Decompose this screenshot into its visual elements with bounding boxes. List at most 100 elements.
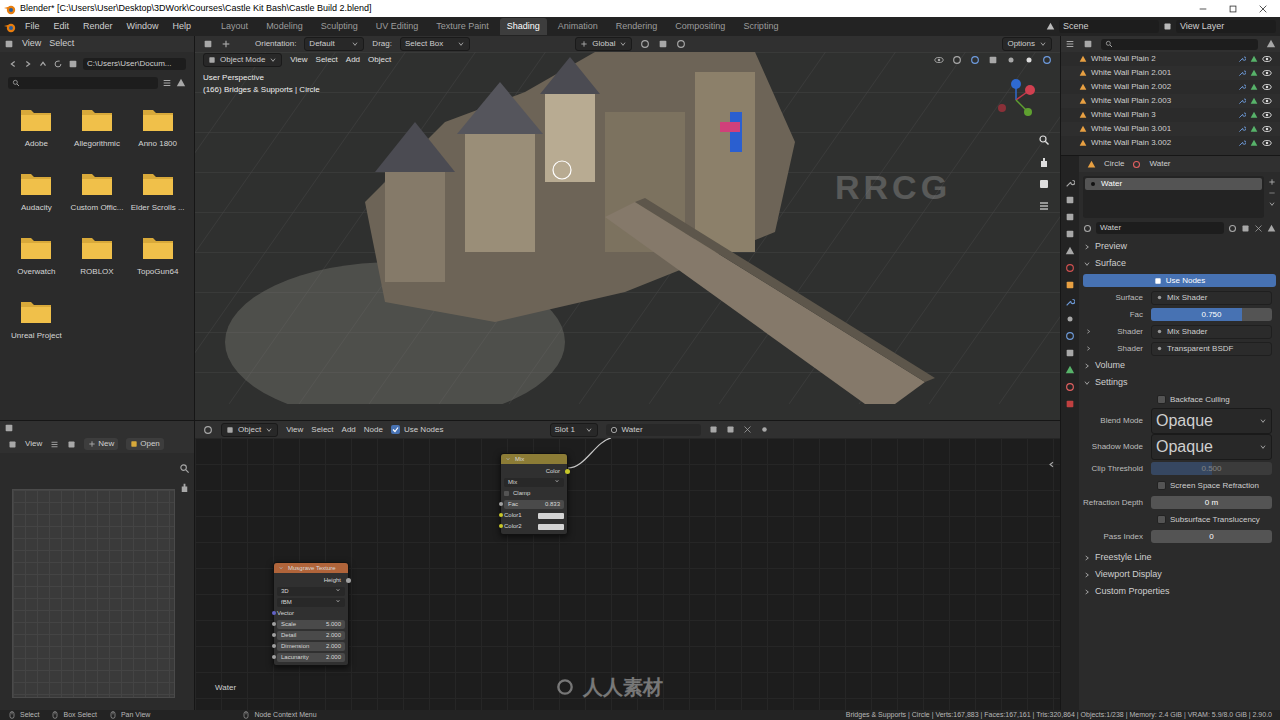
workspace-tab[interactable]: UV Editing — [369, 18, 426, 36]
clamp-checkbox[interactable]: Clamp — [504, 489, 564, 498]
dimensions-dropdown[interactable]: 3D — [277, 587, 345, 596]
eye-icon[interactable] — [1262, 138, 1272, 148]
folder-item[interactable]: Elder Scrolls ... — [127, 170, 188, 214]
forward-icon[interactable] — [23, 59, 33, 69]
folder-item[interactable]: Custom Offic... — [67, 170, 128, 214]
outliner-row[interactable]: White Wall Plain 2 — [1061, 52, 1280, 66]
checkbox-row[interactable]: Screen Space Refraction — [1079, 477, 1280, 494]
number-field[interactable]: Dimension2.000 — [277, 642, 345, 651]
modifier-tab-icon[interactable] — [1065, 297, 1075, 307]
physics-tab-icon[interactable] — [1065, 331, 1075, 341]
perspective-icon[interactable] — [1038, 200, 1050, 212]
folder-item[interactable]: ROBLOX — [67, 234, 128, 278]
search-field[interactable] — [8, 77, 158, 89]
view-layer-field[interactable]: View Layer — [1176, 20, 1276, 34]
checkbox[interactable] — [1157, 481, 1166, 490]
camera-icon[interactable] — [1038, 178, 1050, 190]
refresh-icon[interactable] — [53, 59, 63, 69]
eye-icon[interactable] — [1262, 124, 1272, 134]
outliner-row[interactable]: White Wall Plain 2.001 — [1061, 66, 1280, 80]
node-header[interactable]: Musgrave Texture — [274, 563, 348, 573]
menu-item[interactable]: Add — [342, 424, 356, 436]
display-mode-icon[interactable] — [162, 78, 172, 88]
transform-icon[interactable] — [221, 39, 231, 49]
menu-item[interactable]: Object — [368, 54, 391, 66]
minimize-icon[interactable] — [1198, 4, 1208, 14]
duplicate-icon[interactable] — [726, 425, 735, 434]
menu-item[interactable]: Select — [316, 54, 338, 66]
menu-item[interactable]: Add — [346, 54, 360, 66]
menu-icon[interactable] — [50, 440, 59, 449]
editor-type-icon[interactable] — [203, 425, 213, 435]
material-tab-icon[interactable] — [1065, 382, 1075, 392]
close-icon[interactable] — [1258, 4, 1268, 14]
viewport-render[interactable]: Object ModeViewSelectAddObjectUser Persp… — [195, 52, 1060, 420]
folder-item[interactable]: Allegorithmic — [67, 106, 128, 150]
property-dropdown[interactable]: Opaque — [1151, 434, 1272, 460]
orientation-dropdown[interactable]: Default — [304, 37, 364, 51]
checkbox-row[interactable]: Subsurface Translucency — [1079, 511, 1280, 528]
parent-icon[interactable] — [38, 59, 48, 69]
remove-slot-icon[interactable] — [1268, 189, 1276, 197]
zoom-icon[interactable] — [179, 463, 190, 474]
type-dropdown[interactable]: fBM — [277, 598, 345, 607]
unlink-icon[interactable] — [743, 425, 752, 434]
color-swatch[interactable] — [538, 513, 564, 519]
options-dropdown[interactable]: Options — [1002, 37, 1052, 51]
fake-user-icon[interactable] — [709, 425, 718, 434]
material-name-field[interactable]: Water — [1096, 222, 1224, 234]
panel-header[interactable]: Viewport Display — [1079, 566, 1280, 583]
image-grid[interactable] — [12, 489, 175, 698]
workspace-tab[interactable]: Sculpting — [314, 18, 365, 36]
folder-item[interactable]: Audacity — [6, 170, 67, 214]
menu-item[interactable]: Window — [122, 20, 164, 34]
object-tab-icon[interactable] — [1065, 280, 1075, 290]
panel-header[interactable]: Settings — [1079, 374, 1280, 391]
outliner-row[interactable]: White Wall Plain 2.003 — [1061, 94, 1280, 108]
node-canvas[interactable]: MixColorMixClampFac0.833Color1Color2Musg… — [195, 438, 1060, 710]
blender-menu-icon[interactable] — [4, 21, 16, 33]
scene-field[interactable]: Scene — [1059, 20, 1159, 34]
material-browse-icon[interactable] — [1083, 224, 1092, 233]
eye-icon[interactable] — [1262, 54, 1272, 64]
data-tab-icon[interactable] — [1065, 365, 1075, 375]
open-image-button[interactable]: Open — [126, 438, 164, 450]
eye-icon[interactable] — [1262, 82, 1272, 92]
outliner-row[interactable]: White Wall Plain 3.001 — [1061, 122, 1280, 136]
pan-icon[interactable] — [179, 482, 190, 493]
material-shading-icon[interactable] — [1024, 55, 1034, 65]
navigation-gizmo-icon[interactable] — [994, 78, 1038, 122]
workspace-tab[interactable]: Animation — [551, 18, 605, 36]
texture-tab-icon[interactable] — [1065, 399, 1075, 409]
display-mode-icon[interactable] — [1083, 39, 1093, 49]
node-header[interactable]: Mix — [501, 454, 567, 464]
render-tab-icon[interactable] — [1065, 195, 1075, 205]
eye-icon[interactable] — [1262, 110, 1272, 120]
color-input[interactable]: Color2 — [504, 522, 564, 531]
number-field[interactable]: Scale5.000 — [277, 620, 345, 629]
menu-item[interactable]: File — [20, 20, 45, 34]
menu-item[interactable]: Select — [49, 37, 74, 51]
particles-tab-icon[interactable] — [1065, 314, 1075, 324]
folder-item[interactable]: Overwatch — [6, 234, 67, 278]
workspace-tab[interactable]: Layout — [214, 18, 255, 36]
workspace-tab[interactable]: Shading — [500, 18, 547, 36]
menu-item[interactable]: View — [22, 37, 41, 51]
proportional-icon[interactable] — [676, 39, 686, 49]
folder-item[interactable]: Anno 1800 — [127, 106, 188, 150]
socket-link-field[interactable]: Transparent BSDF — [1151, 342, 1272, 356]
use-nodes-button[interactable]: Use Nodes — [1083, 274, 1276, 287]
outliner-search[interactable] — [1101, 39, 1258, 50]
back-icon[interactable] — [8, 59, 18, 69]
number-field[interactable]: 0 m — [1151, 496, 1272, 509]
transform-orientation-dropdown[interactable]: Global — [575, 37, 632, 51]
scene-tab-icon[interactable] — [1065, 246, 1075, 256]
mix-node[interactable]: MixColorMixClampFac0.833Color1Color2 — [500, 453, 568, 535]
outliner-row[interactable]: White Wall Plain 2.002 — [1061, 80, 1280, 94]
unlink-icon[interactable] — [1254, 224, 1263, 233]
folder-item[interactable]: Unreal Project — [6, 298, 67, 342]
workspace-tab[interactable]: Scripting — [736, 18, 785, 36]
menu-item[interactable]: Node — [364, 424, 383, 436]
number-field[interactable]: Detail2.000 — [277, 631, 345, 640]
xray-icon[interactable] — [988, 55, 998, 65]
